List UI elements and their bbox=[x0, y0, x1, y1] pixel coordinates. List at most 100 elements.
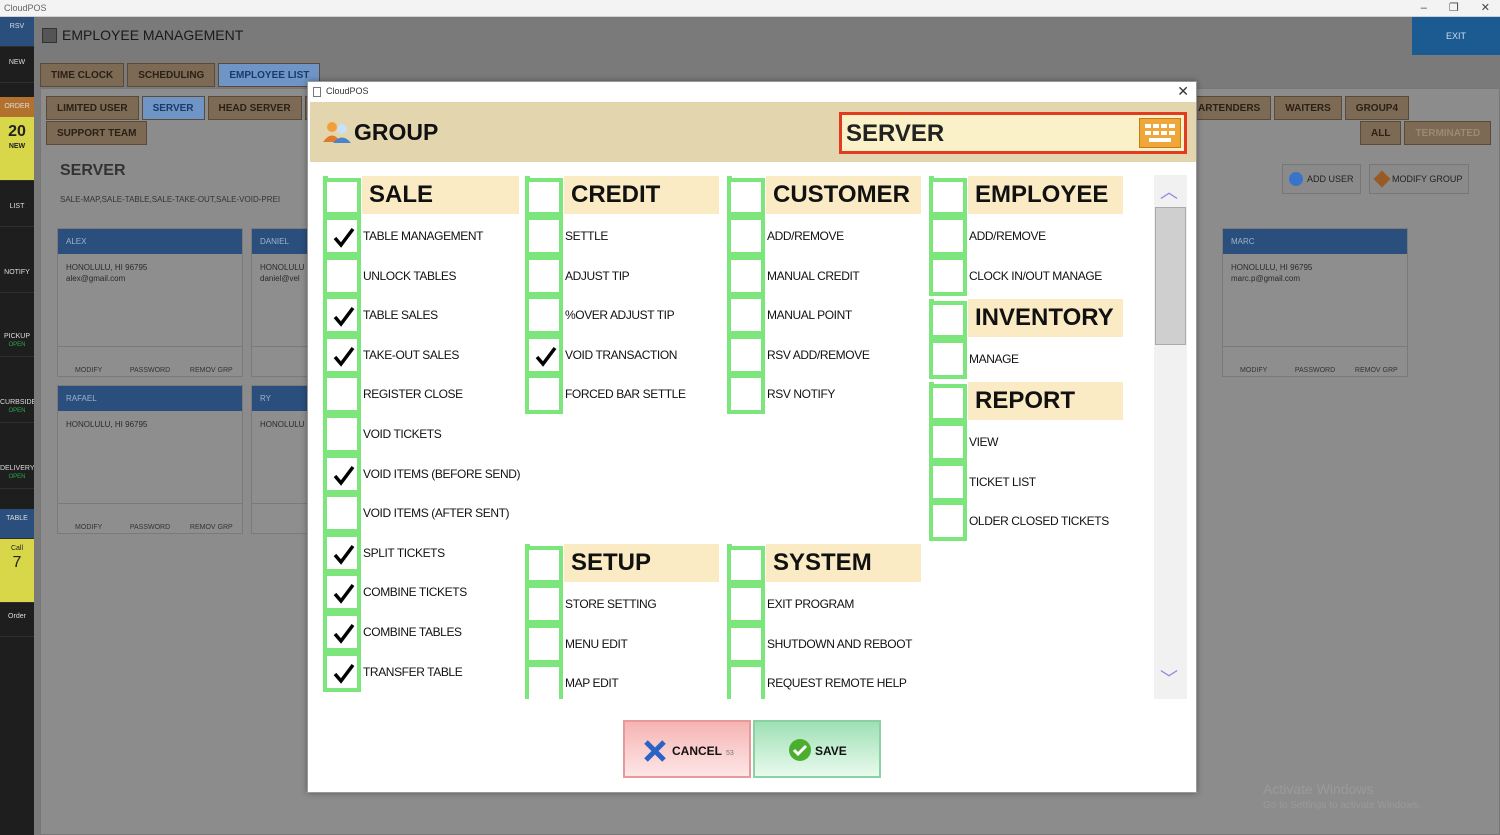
employee-card[interactable]: MARC HONOLULU, HI 96795 marc.p@gmail.com … bbox=[1222, 228, 1408, 377]
close-icon[interactable]: ✕ bbox=[1177, 82, 1189, 101]
permission-row[interactable]: STORE SETTING bbox=[523, 584, 723, 624]
permission-checkbox[interactable] bbox=[727, 255, 765, 296]
permission-checkbox[interactable] bbox=[525, 216, 563, 256]
permission-row[interactable]: TRANSFER TABLE bbox=[321, 651, 521, 692]
permission-row[interactable]: REGISTER CLOSE bbox=[321, 374, 521, 415]
restore-icon[interactable]: ❐ bbox=[1449, 0, 1459, 17]
permission-checkbox[interactable] bbox=[929, 422, 967, 462]
nav-item[interactable]: Order bbox=[0, 607, 34, 637]
exit-button[interactable]: EXIT bbox=[1412, 17, 1500, 55]
permission-checkbox[interactable] bbox=[929, 339, 967, 379]
permission-checkbox[interactable] bbox=[323, 413, 361, 454]
permission-checkbox[interactable] bbox=[525, 663, 563, 699]
nav-item[interactable]: DELIVERY OPEN bbox=[0, 459, 35, 489]
permission-checkbox[interactable] bbox=[727, 663, 765, 699]
permission-row[interactable]: RSV ADD/REMOVE bbox=[725, 334, 925, 375]
permission-checkbox[interactable] bbox=[323, 216, 361, 256]
tab-server[interactable]: SERVER bbox=[141, 96, 205, 120]
permission-checkbox[interactable] bbox=[727, 295, 765, 336]
permission-checkbox[interactable] bbox=[323, 572, 361, 613]
section-select-all-checkbox[interactable] bbox=[525, 178, 563, 216]
minimize-icon[interactable]: – bbox=[1421, 0, 1427, 17]
tab-limited-user[interactable]: LIMITED USER bbox=[46, 96, 139, 120]
permission-row[interactable]: VOID TRANSACTION bbox=[523, 334, 723, 375]
remove-group-button[interactable]: REMOV GRP bbox=[181, 504, 242, 533]
permission-row[interactable]: MENU EDIT bbox=[523, 623, 723, 664]
permission-checkbox[interactable] bbox=[525, 623, 563, 664]
permission-checkbox[interactable] bbox=[323, 453, 361, 494]
permission-checkbox[interactable] bbox=[727, 334, 765, 375]
permission-row[interactable]: COMBINE TICKETS bbox=[321, 572, 521, 613]
chevron-down-icon[interactable]: ﹀ bbox=[1160, 665, 1178, 691]
section-select-all-checkbox[interactable] bbox=[323, 178, 361, 216]
nav-item[interactable]: Call 7 bbox=[0, 539, 34, 603]
permission-checkbox[interactable] bbox=[929, 216, 967, 256]
permission-row[interactable]: VIEW bbox=[927, 422, 1127, 462]
permission-row[interactable]: REQUEST REMOTE HELP bbox=[725, 663, 925, 699]
permission-row[interactable]: MANAGE bbox=[927, 339, 1127, 379]
close-window-icon[interactable]: ✕ bbox=[1481, 0, 1490, 17]
permission-row[interactable]: RSV NOTIFY bbox=[725, 374, 925, 415]
tab-support-team[interactable]: SUPPORT TEAM bbox=[46, 121, 148, 145]
permission-row[interactable]: ADJUST TIP bbox=[523, 255, 723, 296]
permission-checkbox[interactable] bbox=[323, 532, 361, 573]
tab-bartenders[interactable]: ARTENDERS bbox=[1187, 96, 1272, 120]
section-select-all-checkbox[interactable] bbox=[727, 546, 765, 584]
permission-checkbox[interactable] bbox=[525, 584, 563, 624]
permission-row[interactable]: %OVER ADJUST TIP bbox=[523, 295, 723, 336]
permission-row[interactable]: TICKET LIST bbox=[927, 461, 1127, 502]
permission-row[interactable]: TABLE SALES bbox=[321, 295, 521, 336]
tab-terminated[interactable]: TERMINATED bbox=[1404, 121, 1492, 145]
permission-checkbox[interactable] bbox=[525, 295, 563, 336]
chevron-up-icon[interactable]: ︿ bbox=[1160, 178, 1178, 204]
section-select-all-checkbox[interactable] bbox=[525, 546, 563, 584]
nav-item[interactable]: PICKUP OPEN bbox=[0, 327, 34, 357]
nav-item[interactable]: NEW bbox=[0, 53, 34, 83]
permission-row[interactable]: MAP EDIT bbox=[523, 663, 723, 699]
tab-scheduling[interactable]: SCHEDULING bbox=[127, 63, 216, 87]
permission-checkbox[interactable] bbox=[525, 334, 563, 375]
permission-checkbox[interactable] bbox=[727, 623, 765, 664]
tab-all[interactable]: ALL bbox=[1360, 121, 1402, 145]
save-button[interactable]: SAVE bbox=[753, 720, 881, 778]
nav-item[interactable]: LIST bbox=[0, 197, 34, 227]
section-select-all-checkbox[interactable] bbox=[727, 178, 765, 216]
nav-item[interactable]: NOTIFY bbox=[0, 263, 34, 293]
permission-checkbox[interactable] bbox=[525, 255, 563, 296]
permission-checkbox[interactable] bbox=[929, 501, 967, 542]
permission-checkbox[interactable] bbox=[727, 584, 765, 624]
permission-checkbox[interactable] bbox=[727, 216, 765, 256]
modify-button[interactable]: MODIFY bbox=[1223, 347, 1284, 376]
permission-row[interactable]: VOID ITEMS (AFTER SENT) bbox=[321, 493, 521, 534]
permission-checkbox[interactable] bbox=[727, 374, 765, 415]
permission-row[interactable]: ADD/REMOVE bbox=[725, 216, 925, 256]
permission-checkbox[interactable] bbox=[929, 461, 967, 502]
tab-head-server[interactable]: HEAD SERVER bbox=[207, 96, 302, 120]
tab-employee-list[interactable]: EMPLOYEE LIST bbox=[218, 63, 321, 87]
permission-checkbox[interactable] bbox=[323, 334, 361, 375]
cancel-button[interactable]: CANCEL 53 bbox=[623, 720, 751, 778]
password-button[interactable]: PASSWORD bbox=[119, 504, 180, 533]
permission-row[interactable]: TABLE MANAGEMENT bbox=[321, 216, 521, 256]
permission-row[interactable]: SPLIT TICKETS bbox=[321, 532, 521, 573]
section-select-all-checkbox[interactable] bbox=[929, 178, 967, 216]
tab-group4[interactable]: GROUP4 bbox=[1344, 96, 1410, 120]
permission-row[interactable]: EXIT PROGRAM bbox=[725, 584, 925, 624]
modify-button[interactable]: MODIFY bbox=[58, 347, 119, 376]
employee-card[interactable]: ALEX HONOLULU, HI 96795 alex@gmail.com MO… bbox=[57, 228, 243, 377]
permission-row[interactable]: SHUTDOWN AND REBOOT bbox=[725, 623, 925, 664]
permission-row[interactable]: SETTLE bbox=[523, 216, 723, 256]
permission-row[interactable]: FORCED BAR SETTLE bbox=[523, 374, 723, 415]
permission-checkbox[interactable] bbox=[323, 374, 361, 415]
permission-checkbox[interactable] bbox=[323, 255, 361, 296]
permission-row[interactable]: TAKE-OUT SALES bbox=[321, 334, 521, 375]
add-user-button[interactable]: ADD USER bbox=[1282, 164, 1361, 194]
modify-button[interactable]: MODIFY bbox=[58, 504, 119, 533]
tab-time-clock[interactable]: TIME CLOCK bbox=[40, 63, 125, 87]
tab-waiters[interactable]: WAITERS bbox=[1274, 96, 1342, 120]
nav-item[interactable]: CURBSIDE OPEN bbox=[0, 393, 36, 423]
permissions-scrollbar[interactable]: ︿ ﹀ bbox=[1154, 175, 1187, 699]
permission-checkbox[interactable] bbox=[929, 255, 967, 296]
password-button[interactable]: PASSWORD bbox=[1284, 347, 1345, 376]
remove-group-button[interactable]: REMOV GRP bbox=[181, 347, 242, 376]
